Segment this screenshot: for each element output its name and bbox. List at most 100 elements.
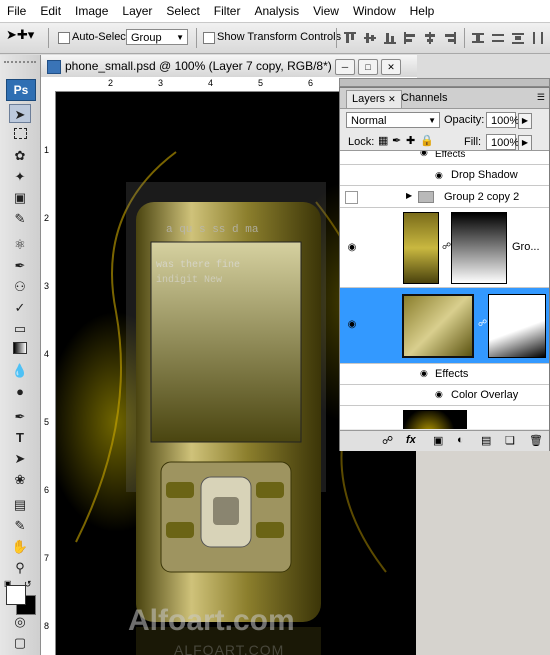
menu-image[interactable]: Image xyxy=(68,4,115,18)
folder-icon[interactable]: ▤ xyxy=(481,434,491,447)
blend-mode-dropdown[interactable]: Normal ▼ xyxy=(346,112,440,128)
effects-label: Effects xyxy=(435,368,469,380)
align-top-icon[interactable] xyxy=(342,30,358,46)
close-icon[interactable]: ✕ xyxy=(381,59,401,75)
mask-icon[interactable]: ▣ xyxy=(433,434,443,447)
gradient-tool-icon[interactable] xyxy=(9,340,31,359)
dodge-tool-icon[interactable]: ● xyxy=(9,382,31,401)
fill-label: Fill: xyxy=(464,136,482,148)
marquee-tool-icon[interactable] xyxy=(9,125,31,144)
list-item[interactable]: ◉ Effects xyxy=(340,151,549,165)
eye-icon[interactable]: ◉ xyxy=(345,242,359,253)
panel-dock-strip[interactable] xyxy=(339,78,550,87)
align-hcenter-icon[interactable] xyxy=(422,30,438,46)
distribute-vcenter-icon[interactable] xyxy=(490,30,506,46)
move-tool-preset-icon[interactable]: ➤✚▾ xyxy=(6,27,42,49)
layer-mask-thumbnail[interactable] xyxy=(488,294,546,358)
new-layer-icon[interactable]: ❏ xyxy=(505,434,515,447)
vertical-ruler[interactable]: 1 2 3 4 5 6 7 8 xyxy=(41,91,56,655)
crop-tool-icon[interactable]: ▣ xyxy=(9,188,31,207)
document-title-bar[interactable]: phone_small.psd @ 100% (Layer 7 copy, RG… xyxy=(41,55,417,78)
tab-channels[interactable]: Channels xyxy=(396,90,452,107)
distribute-top-icon[interactable] xyxy=(470,30,486,46)
quick-mask-icon[interactable]: ◎ xyxy=(9,612,31,631)
brush-tool-icon[interactable]: ✒ xyxy=(9,256,31,275)
list-item[interactable] xyxy=(340,406,549,429)
transform-controls-checkbox[interactable] xyxy=(203,32,215,44)
lock-transparency-icon[interactable]: ▦ xyxy=(378,134,388,147)
list-item[interactable]: ◉ Color Overlay xyxy=(340,385,549,406)
move-tool-icon[interactable]: ➤ xyxy=(9,104,31,123)
foreground-color-swatch[interactable] xyxy=(6,585,26,605)
healing-brush-tool-icon[interactable]: ⚛ xyxy=(9,235,31,254)
layer-mask-thumbnail[interactable] xyxy=(451,212,507,284)
fill-input[interactable]: 100% xyxy=(486,134,519,150)
ruler-label: 1 xyxy=(44,145,50,155)
distribute-bottom-icon[interactable] xyxy=(510,30,526,46)
fx-icon[interactable]: fx xyxy=(406,434,416,446)
align-bottom-icon[interactable] xyxy=(382,30,398,46)
auto-select-checkbox[interactable] xyxy=(58,32,70,44)
type-tool-icon[interactable]: T xyxy=(9,428,31,447)
menu-file[interactable]: File xyxy=(0,4,33,18)
menu-view[interactable]: View xyxy=(306,4,346,18)
list-item[interactable]: ◉ Effects xyxy=(340,364,549,385)
eyedropper-sample-tool-icon[interactable]: ✎ xyxy=(9,516,31,535)
align-left-icon[interactable] xyxy=(402,30,418,46)
eraser-tool-icon[interactable]: ▭ xyxy=(9,319,31,338)
watermark-small: ALFOART.COM xyxy=(174,642,285,655)
chevron-right-icon[interactable]: ▶ xyxy=(406,191,412,200)
menu-filter[interactable]: Filter xyxy=(207,4,248,18)
history-brush-tool-icon[interactable]: ✓ xyxy=(9,298,31,317)
blur-tool-icon[interactable]: 💧 xyxy=(9,361,31,380)
opacity-slider-icon[interactable]: ▶ xyxy=(518,113,532,129)
minimize-icon[interactable]: ─ xyxy=(335,59,355,75)
ruler-label: 5 xyxy=(258,78,264,88)
adjustment-icon[interactable]: ◐ xyxy=(457,434,464,446)
notes-tool-icon[interactable]: ▤ xyxy=(9,495,31,514)
auto-select-dropdown[interactable]: Group ▼ xyxy=(126,29,188,45)
clone-stamp-tool-icon[interactable]: ⚇ xyxy=(9,277,31,296)
maximize-icon[interactable]: □ xyxy=(358,59,378,75)
menu-layer[interactable]: Layer xyxy=(115,4,159,18)
fill-slider-icon[interactable]: ▶ xyxy=(518,135,532,151)
list-item[interactable]: ◉ ☍ Gro... xyxy=(340,208,549,288)
menu-analysis[interactable]: Analysis xyxy=(247,4,306,18)
pen-tool-icon[interactable]: ✒ xyxy=(9,407,31,426)
screen-mode-icon[interactable]: ▢ xyxy=(9,633,31,652)
lock-all-icon[interactable]: 🔒 xyxy=(420,134,434,147)
hand-tool-icon[interactable]: ✋ xyxy=(9,537,31,556)
visibility-toggle[interactable] xyxy=(345,191,358,204)
layer-name: Gro... xyxy=(512,241,540,253)
lasso-tool-icon[interactable]: ✿ xyxy=(9,146,31,165)
zoom-tool-icon[interactable]: ⚲ xyxy=(9,558,31,577)
link-icon[interactable]: ☍ xyxy=(382,434,393,447)
toolbox-grip[interactable] xyxy=(4,61,36,73)
eye-icon[interactable]: ◉ xyxy=(420,151,428,158)
menu-window[interactable]: Window xyxy=(346,4,403,18)
eye-icon[interactable]: ◉ xyxy=(435,389,443,400)
list-item[interactable]: ▶ Group 2 copy 2 xyxy=(340,186,549,208)
menu-edit[interactable]: Edit xyxy=(33,4,68,18)
tab-layers[interactable]: Layers ✕ xyxy=(346,90,402,108)
trash-icon[interactable]: 🗑 xyxy=(529,434,543,447)
list-item[interactable]: ◉ Drop Shadow xyxy=(340,165,549,186)
list-item-selected[interactable]: ◉ ☍ xyxy=(340,288,549,364)
eye-icon[interactable]: ◉ xyxy=(435,170,443,181)
path-selection-tool-icon[interactable]: ➤ xyxy=(9,449,31,468)
eye-icon[interactable]: ◉ xyxy=(420,368,428,379)
opacity-input[interactable]: 100% xyxy=(486,112,519,128)
align-right-icon[interactable] xyxy=(442,30,458,46)
distribute-left-icon[interactable] xyxy=(530,30,546,46)
magic-wand-tool-icon[interactable]: ✦ xyxy=(9,167,31,186)
menu-help[interactable]: Help xyxy=(403,4,442,18)
lock-position-icon[interactable]: ✚ xyxy=(406,134,415,147)
panel-menu-icon[interactable]: ☰ xyxy=(537,92,545,103)
lock-pixels-icon[interactable]: ✒ xyxy=(392,134,401,147)
align-vcenter-icon[interactable] xyxy=(362,30,378,46)
custom-shape-tool-icon[interactable]: ❀ xyxy=(9,470,31,489)
menu-select[interactable]: Select xyxy=(159,4,206,18)
eye-icon[interactable]: ◉ xyxy=(345,319,359,330)
close-icon[interactable]: ✕ xyxy=(388,94,396,104)
eyedropper-tool-icon[interactable]: ✎ xyxy=(9,209,31,228)
